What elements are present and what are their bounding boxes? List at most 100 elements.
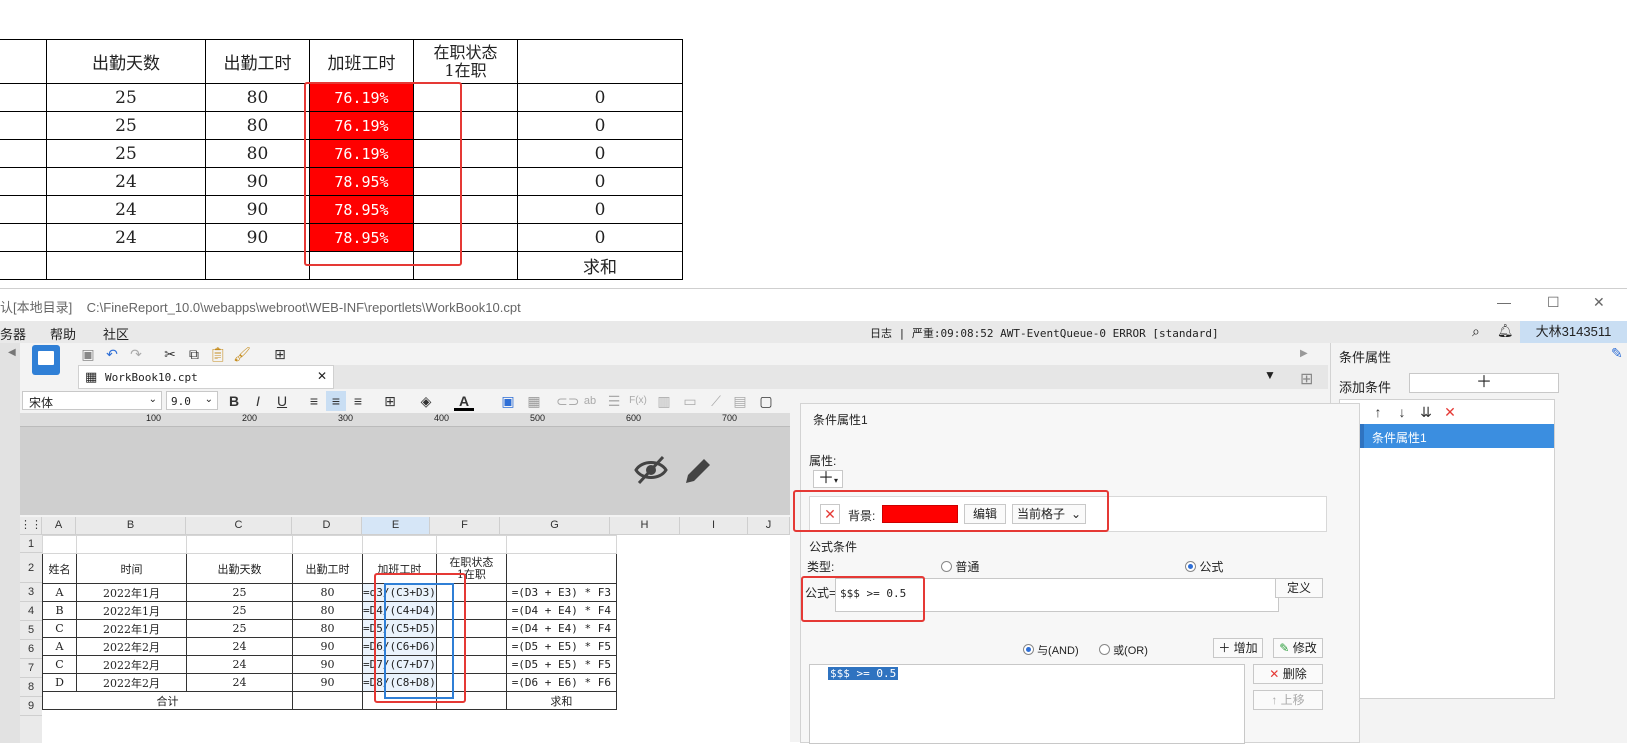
cell[interactable]: A bbox=[42, 637, 77, 656]
cell[interactable] bbox=[435, 535, 507, 554]
formula-cell[interactable]: =(D6 + E6) * F6 bbox=[505, 673, 617, 692]
widget-icon[interactable]: ⊞ bbox=[1300, 369, 1313, 389]
and-option[interactable]: 与(AND) bbox=[1023, 642, 1079, 658]
column-header[interactable]: H bbox=[610, 517, 680, 535]
sort-icon[interactable]: ⇊ bbox=[1416, 402, 1436, 422]
row-header[interactable]: 3 bbox=[20, 583, 42, 602]
frame-icon[interactable]: ▢ bbox=[756, 391, 776, 411]
type-formula-option[interactable]: 公式 bbox=[1185, 558, 1223, 575]
cell[interactable] bbox=[292, 691, 363, 710]
modify-button[interactable]: ✎ 修改 bbox=[1273, 638, 1323, 658]
close-tab-icon[interactable]: ✕ bbox=[317, 369, 327, 383]
row-header[interactable]: 8 bbox=[20, 678, 42, 697]
merge-icon[interactable]: ▦ bbox=[524, 391, 544, 411]
cut-icon[interactable]: ✂ bbox=[160, 344, 180, 364]
cell[interactable]: 姓名 bbox=[42, 553, 77, 584]
bell-icon[interactable]: 🔔︎ bbox=[1497, 323, 1514, 339]
row-header[interactable]: 7 bbox=[20, 659, 42, 678]
column-header[interactable]: J bbox=[748, 517, 790, 535]
template-icon[interactable] bbox=[32, 345, 60, 375]
column-header[interactable]: B bbox=[76, 517, 186, 535]
preview-icon[interactable]: ⊞ bbox=[270, 344, 290, 364]
align-left-icon[interactable]: ≡ bbox=[304, 391, 324, 411]
slash-icon[interactable]: ⟋ bbox=[706, 391, 726, 411]
cell[interactable]: 2022年1月 bbox=[76, 619, 187, 638]
bold-icon[interactable]: B bbox=[224, 391, 244, 411]
cell[interactable]: 2022年2月 bbox=[76, 673, 187, 692]
cell[interactable]: 24 bbox=[186, 673, 293, 692]
image-icon[interactable]: ▭ bbox=[680, 391, 700, 411]
formula-icon[interactable]: F(x) bbox=[628, 391, 648, 411]
log-status[interactable]: 日志 | 严重:09:08:52 AWT-EventQueue-0 ERROR … bbox=[870, 325, 1219, 341]
formula-cell[interactable]: =(D5 + E5) * F5 bbox=[505, 655, 617, 674]
maximize-button[interactable]: ☐ bbox=[1547, 294, 1560, 311]
cell[interactable]: 合计 bbox=[42, 691, 293, 710]
undo-icon[interactable]: ↶ bbox=[102, 344, 122, 364]
text-icon[interactable]: ab bbox=[580, 391, 600, 411]
column-header-selected[interactable]: E bbox=[362, 517, 430, 535]
underline-icon[interactable]: U bbox=[272, 391, 292, 411]
hide-icon[interactable] bbox=[634, 453, 668, 487]
cell[interactable]: 90 bbox=[292, 655, 363, 674]
cell[interactable]: C bbox=[42, 619, 77, 638]
align-center-icon[interactable]: ≡ bbox=[326, 391, 346, 411]
cell[interactable]: 90 bbox=[292, 673, 363, 692]
menu-server[interactable]: 务器 bbox=[0, 324, 26, 343]
column-header[interactable]: F bbox=[430, 517, 500, 535]
delete-button[interactable]: ✕ 删除 bbox=[1253, 664, 1323, 684]
cell[interactable] bbox=[76, 535, 187, 554]
italic-icon[interactable]: I bbox=[248, 391, 268, 411]
collapse-left-icon[interactable]: ◀ bbox=[8, 347, 16, 358]
column-header[interactable]: C bbox=[186, 517, 292, 535]
menu-community[interactable]: 社区 bbox=[103, 324, 129, 343]
cell[interactable]: 25 bbox=[186, 601, 293, 620]
cell[interactable]: 80 bbox=[292, 583, 363, 602]
row-header[interactable]: 9 bbox=[20, 697, 42, 716]
row-header[interactable]: 1 bbox=[20, 535, 42, 553]
formula-cell[interactable]: =(D4 + E4) * F4 bbox=[505, 601, 617, 620]
cell[interactable] bbox=[186, 535, 293, 554]
fill-color-icon[interactable]: ◈ bbox=[416, 391, 436, 411]
edit-pencil-icon[interactable] bbox=[682, 453, 712, 487]
column-header[interactable]: A bbox=[42, 517, 76, 535]
cell[interactable]: 2022年1月 bbox=[76, 583, 187, 602]
or-option[interactable]: 或(OR) bbox=[1099, 642, 1148, 658]
chart-icon[interactable]: ▥ bbox=[654, 391, 674, 411]
formula-cell[interactable]: =(D5 + E5) * F5 bbox=[505, 637, 617, 656]
user-account[interactable]: 大林3143511 bbox=[1520, 321, 1627, 343]
minimize-button[interactable]: — bbox=[1497, 294, 1511, 310]
cell[interactable]: 25 bbox=[186, 583, 293, 602]
cell[interactable]: B bbox=[42, 601, 77, 620]
collapse-right-icon[interactable]: ▶ bbox=[1300, 345, 1308, 359]
type-normal-option[interactable]: 普通 bbox=[941, 558, 979, 575]
column-header[interactable]: G bbox=[500, 517, 610, 535]
cell[interactable]: 2022年2月 bbox=[76, 655, 187, 674]
cell[interactable] bbox=[505, 553, 617, 584]
cell[interactable] bbox=[505, 535, 617, 554]
add-attr-button[interactable]: ＋▾ bbox=[813, 470, 843, 488]
close-window-button[interactable]: ✕ bbox=[1593, 294, 1605, 311]
select-all-corner[interactable]: ⋮⋮⋮ bbox=[20, 517, 53, 535]
cell[interactable] bbox=[42, 535, 77, 554]
link-icon[interactable]: ⊂⊃ bbox=[556, 391, 579, 411]
cell[interactable]: 2022年1月 bbox=[76, 601, 187, 620]
menu-help[interactable]: 帮助 bbox=[50, 324, 76, 343]
edit-icon[interactable]: ✎ bbox=[1611, 345, 1623, 362]
condition-list-item[interactable]: ✎ 条件属性1 bbox=[1340, 424, 1554, 448]
column-header[interactable]: D bbox=[292, 517, 362, 535]
cell[interactable]: 24 bbox=[186, 637, 293, 656]
cell[interactable]: 80 bbox=[292, 601, 363, 620]
font-color-icon[interactable]: A bbox=[454, 391, 474, 411]
cell[interactable]: 时间 bbox=[76, 553, 187, 584]
save-icon[interactable]: ▣ bbox=[78, 344, 98, 364]
cell[interactable]: 25 bbox=[186, 619, 293, 638]
cell[interactable]: 求和 bbox=[505, 691, 617, 710]
font-family-select[interactable]: 宋体 ⌄ bbox=[22, 391, 162, 410]
cell[interactable]: 出勤天数 bbox=[186, 553, 293, 584]
border-icon[interactable]: ⊞ bbox=[380, 391, 400, 411]
format-painter-icon[interactable]: 🖌︎ bbox=[232, 344, 252, 364]
cell[interactable]: A bbox=[42, 583, 77, 602]
delete-icon[interactable]: ✕ bbox=[1440, 402, 1460, 422]
cell[interactable]: 24 bbox=[186, 655, 293, 674]
redo-icon[interactable]: ↷ bbox=[126, 344, 146, 364]
